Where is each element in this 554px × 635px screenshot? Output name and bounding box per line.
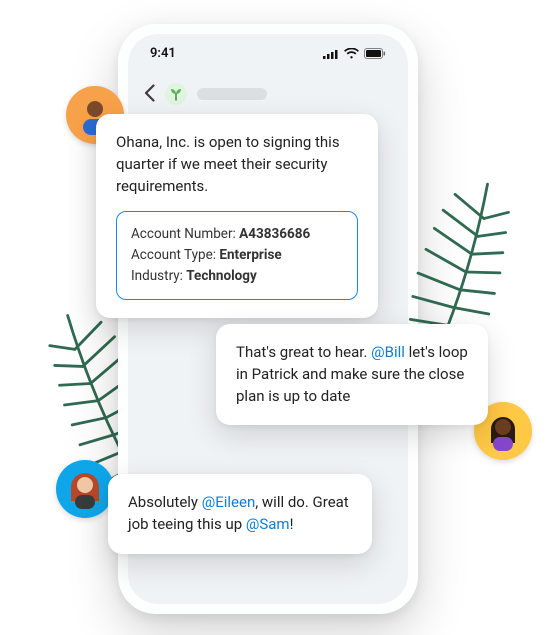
message-card-1[interactable]: Ohana, Inc. is open to signing this quar… bbox=[96, 114, 378, 318]
message-text-part: ! bbox=[290, 515, 294, 533]
status-time: 9:41 bbox=[150, 46, 176, 61]
account-number-label: Account Number: bbox=[131, 226, 236, 242]
status-bar: 9:41 bbox=[128, 34, 408, 61]
message-card-3[interactable]: Absolutely @Eileen, will do. Great job t… bbox=[108, 474, 372, 554]
account-info-box[interactable]: Account Number: A43836686 Account Type: … bbox=[116, 211, 358, 300]
account-industry-row: Industry: Technology bbox=[131, 266, 343, 287]
mention-eileen[interactable]: @Eileen bbox=[202, 493, 255, 511]
message-text-part: Absolutely bbox=[128, 493, 202, 511]
wifi-icon bbox=[344, 48, 359, 59]
thread-avatar[interactable] bbox=[165, 83, 187, 105]
mention-bill[interactable]: @Bill bbox=[371, 343, 405, 361]
message-text-part: That's great to hear. bbox=[236, 343, 371, 361]
back-icon[interactable] bbox=[144, 84, 155, 105]
account-type-label: Account Type: bbox=[131, 247, 216, 263]
account-type-value: Enterprise bbox=[219, 247, 281, 263]
signal-icon bbox=[323, 49, 339, 59]
conversation-header bbox=[128, 61, 408, 113]
message-text: Ohana, Inc. is open to signing this quar… bbox=[116, 132, 358, 197]
account-number-value: A43836686 bbox=[239, 226, 310, 242]
status-icons bbox=[323, 48, 386, 59]
battery-icon bbox=[364, 48, 386, 59]
account-type-row: Account Type: Enterprise bbox=[131, 245, 343, 266]
account-industry-value: Technology bbox=[186, 268, 257, 284]
thread-title-placeholder bbox=[197, 88, 267, 100]
account-number-row: Account Number: A43836686 bbox=[131, 224, 343, 245]
account-industry-label: Industry: bbox=[131, 268, 183, 284]
avatar-bill[interactable] bbox=[56, 460, 114, 518]
mention-sam[interactable]: @Sam bbox=[246, 515, 290, 533]
message-card-2[interactable]: That's great to hear. @Bill let's loop i… bbox=[216, 324, 488, 425]
